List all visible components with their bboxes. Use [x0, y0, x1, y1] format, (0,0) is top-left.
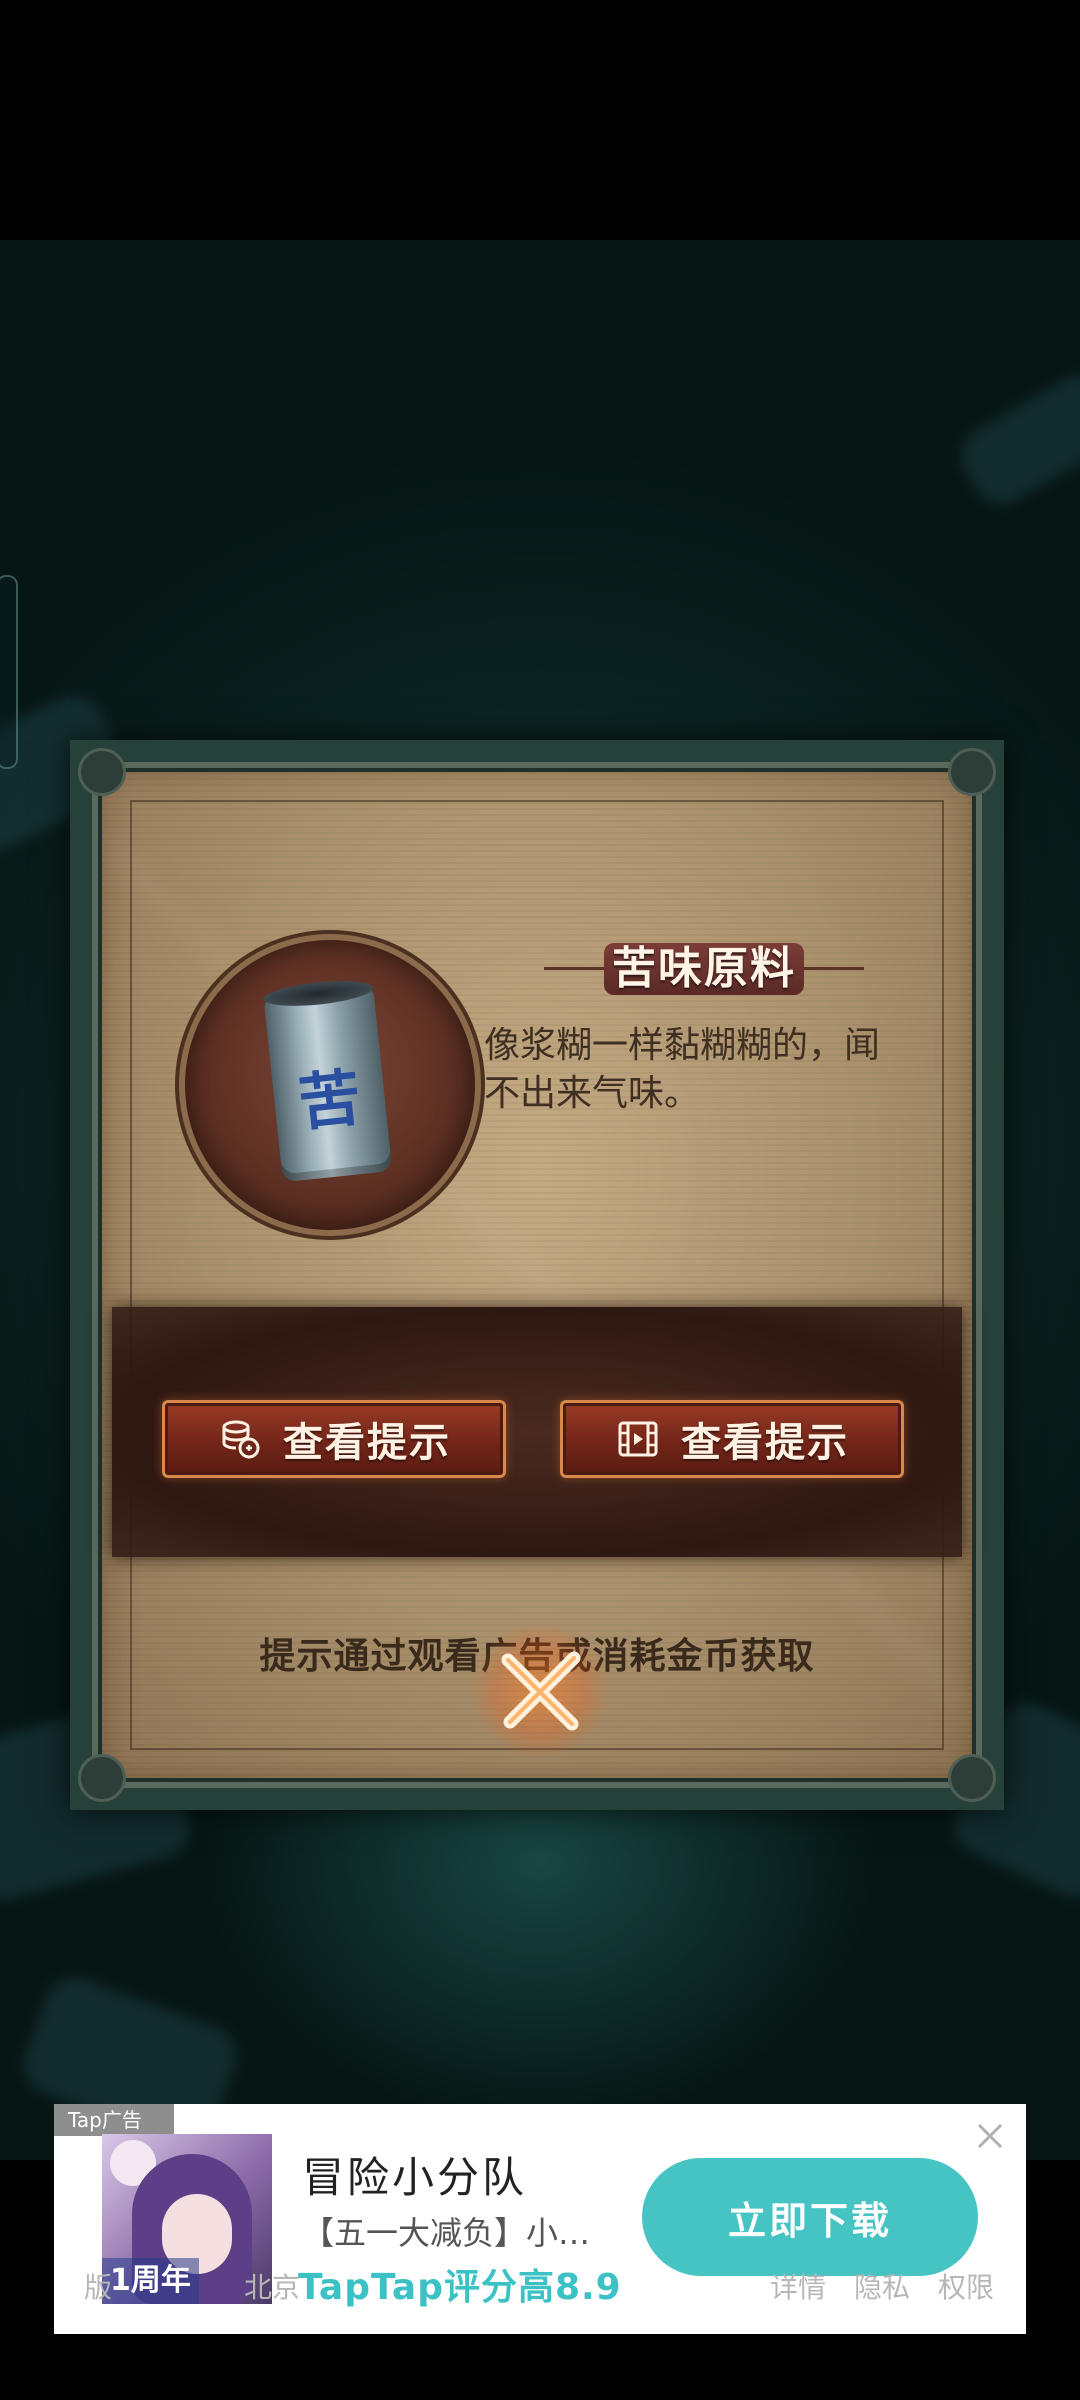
- item-description: 像浆糊一样黏糊糊的，闻不出来气味。: [484, 1025, 881, 1114]
- bitter-can-icon: 苦: [263, 986, 393, 1183]
- ad-app-name: 冒险小分队: [302, 2153, 528, 2202]
- side-drawer-handle[interactable]: [0, 575, 18, 769]
- ad-footer-text: 北京: [244, 2271, 301, 2304]
- item-icon-frame: 苦: [185, 940, 475, 1230]
- ad-details-link[interactable]: 详情: [770, 2266, 826, 2306]
- corner-ornament-icon: [948, 1754, 996, 1802]
- ad-footer-text: 版: [84, 2271, 113, 2304]
- ad-banner[interactable]: Tap广告 1周年 冒险小分队 【五一大减负】小… 版 北京 TapTap评分高…: [54, 2104, 1026, 2334]
- ad-rating: TapTap评分高8.9: [298, 2267, 622, 2308]
- ad-promo-text: 【五一大减负】小…: [302, 2214, 591, 2252]
- close-x-icon: [501, 1651, 581, 1731]
- can-label: 苦: [295, 1060, 365, 1140]
- video-ad-icon: [615, 1416, 661, 1462]
- corner-ornament-icon: [78, 748, 126, 796]
- game-scene: 苦 苦味原料 像浆糊一样黏糊糊的，闻不出来气味。 查看提示 查看提示: [0, 240, 1080, 2160]
- ad-tag: Tap广告: [54, 2104, 174, 2136]
- background-crate: [950, 365, 1080, 515]
- close-icon: [977, 2123, 1003, 2149]
- ad-privacy-link[interactable]: 隐私: [854, 2266, 910, 2306]
- corner-ornament-icon: [78, 1754, 126, 1802]
- anniversary-badge: 1周年: [102, 2258, 199, 2304]
- download-now-button[interactable]: 立即下载: [642, 2158, 978, 2276]
- coins-icon: [217, 1416, 263, 1462]
- view-hint-label: 查看提示: [681, 1420, 849, 1466]
- view-hint-ad-button[interactable]: 查看提示: [560, 1400, 904, 1478]
- view-hint-label: 查看提示: [283, 1420, 451, 1466]
- view-hint-coins-button[interactable]: 查看提示: [162, 1400, 506, 1478]
- ad-permissions-link[interactable]: 权限: [938, 2266, 994, 2306]
- corner-ornament-icon: [948, 748, 996, 796]
- item-title-ribbon: 苦味原料: [544, 937, 864, 999]
- ad-close-button[interactable]: [970, 2116, 1010, 2156]
- hint-button-panel: 查看提示 查看提示: [112, 1307, 962, 1557]
- item-name: 苦味原料: [612, 943, 796, 994]
- close-dialog-button[interactable]: [470, 1620, 610, 1760]
